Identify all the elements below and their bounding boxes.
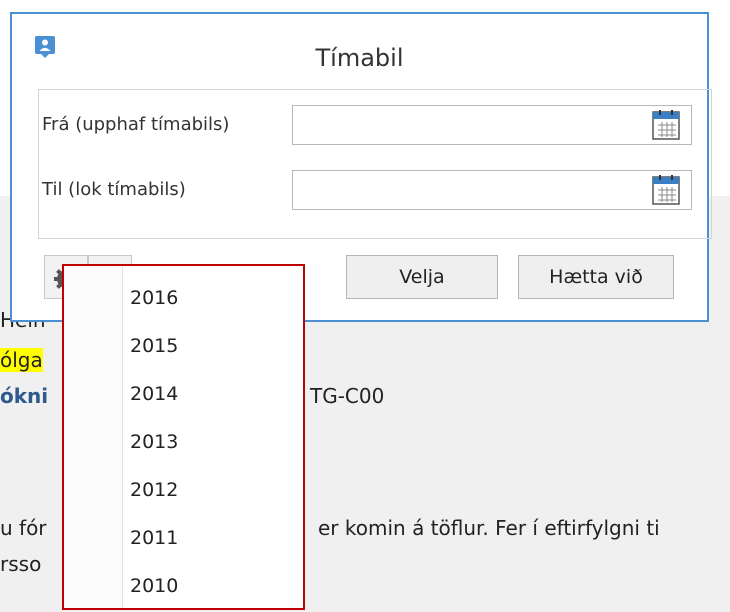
from-date-input[interactable] (292, 105, 692, 145)
to-date-input[interactable] (292, 170, 692, 210)
to-label: Til (lok tímabils) (42, 179, 186, 200)
from-label: Frá (upphaf tímabils) (42, 114, 230, 135)
year-menu: 2016 2015 2014 2013 2012 2011 2010 (62, 264, 305, 610)
menu-item-2015[interactable]: 2015 (122, 322, 303, 370)
background-text-code: TG-C00 (310, 384, 385, 408)
background-text-highlight: ólga (0, 348, 43, 372)
menu-item-2012[interactable]: 2012 (122, 466, 303, 514)
select-button[interactable]: Velja (346, 255, 498, 299)
dialog-title: Tímabil (315, 44, 404, 72)
menu-item-2014[interactable]: 2014 (122, 370, 303, 418)
menu-item-2016[interactable]: 2016 (122, 274, 303, 322)
background-text-line5: rsso (0, 552, 42, 576)
menu-icon-gutter (64, 266, 123, 608)
calendar-icon[interactable] (652, 110, 680, 140)
menu-item-2010[interactable]: 2010 (122, 562, 303, 610)
cancel-button[interactable]: Hætta við (518, 255, 674, 299)
background-text-line4-end: er komin á töflur. Fer í eftirfylgni ti (318, 516, 660, 540)
calendar-icon[interactable] (652, 175, 680, 205)
background-text-line4-start: u fór (0, 516, 47, 540)
menu-item-2013[interactable]: 2013 (122, 418, 303, 466)
background-link[interactable]: ókni (0, 384, 48, 408)
menu-item-2011[interactable]: 2011 (122, 514, 303, 562)
